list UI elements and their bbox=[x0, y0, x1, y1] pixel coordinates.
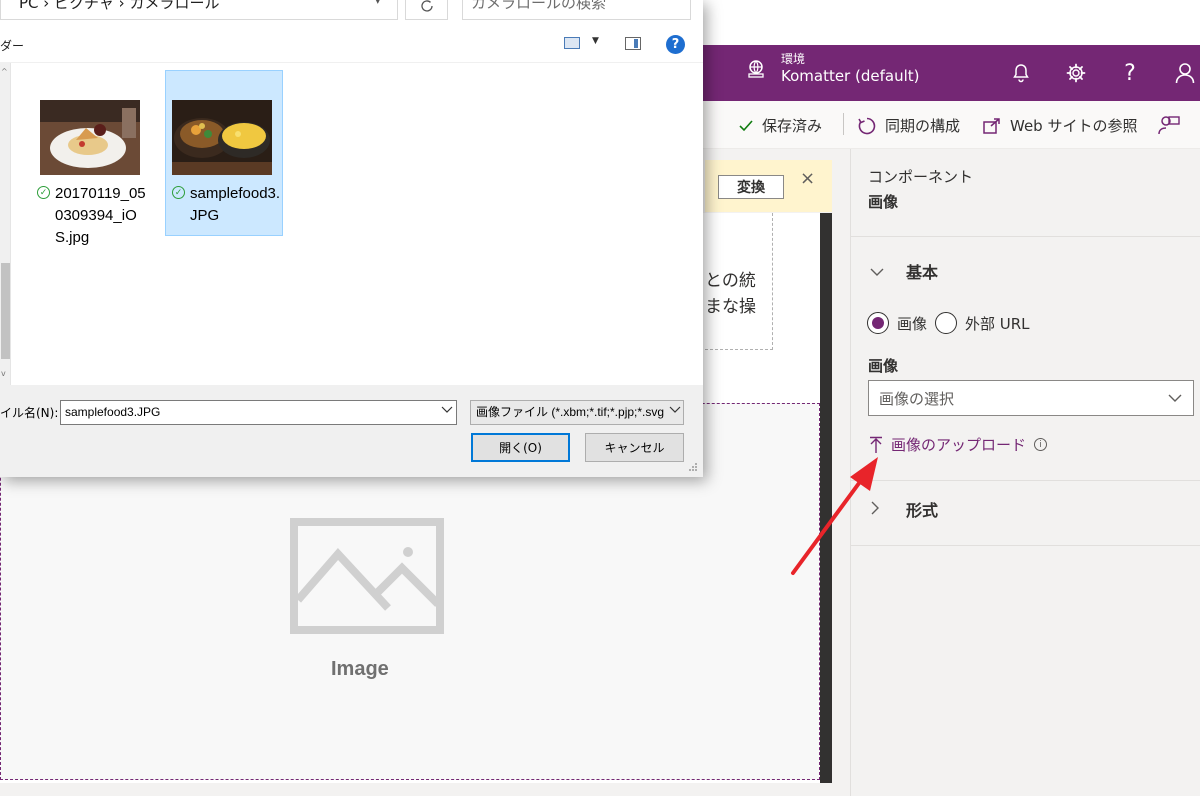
feedback-person-icon bbox=[1158, 116, 1180, 135]
section-format-label: 形式 bbox=[906, 501, 939, 520]
command-separator bbox=[843, 113, 844, 135]
annotation-arrow-icon bbox=[791, 457, 878, 575]
refresh-button[interactable] bbox=[405, 0, 448, 20]
folder-search-input[interactable]: カメラロールの検索 bbox=[462, 0, 691, 20]
globe-icon bbox=[748, 60, 764, 78]
radio-image[interactable] bbox=[867, 312, 889, 334]
section-basic-header[interactable]: 基本 bbox=[870, 259, 938, 283]
notifications-bell-icon[interactable] bbox=[1009, 61, 1033, 85]
nav-pane-scrollbar[interactable]: ^ v bbox=[0, 63, 11, 385]
new-folder-button[interactable]: ダー bbox=[0, 37, 24, 54]
feedback-button[interactable] bbox=[1158, 115, 1188, 135]
image-select-placeholder: 画像の選択 bbox=[879, 389, 955, 408]
resize-grip-icon[interactable] bbox=[688, 462, 698, 472]
user-account-icon[interactable] bbox=[1173, 61, 1197, 85]
saved-label: 保存済み bbox=[762, 117, 823, 135]
browse-website-button[interactable]: Web サイトの参照 bbox=[982, 115, 1137, 136]
text-fragment-2: まな操 bbox=[705, 297, 756, 317]
file-name-row: ✓ 20170119_050309394_iOS.jpg bbox=[37, 183, 147, 249]
chevron-down-icon bbox=[1168, 394, 1182, 402]
refresh-icon bbox=[420, 0, 433, 12]
image-placeholder-label: Image bbox=[331, 658, 389, 680]
panel-divider bbox=[850, 545, 1200, 546]
properties-panel bbox=[850, 149, 1200, 796]
upload-image-label: 画像のアップロード bbox=[891, 436, 1027, 454]
radio-external-url-label: 外部 URL bbox=[965, 314, 1030, 333]
open-external-icon bbox=[983, 117, 1000, 134]
view-options-chevron-icon[interactable]: ▼ bbox=[592, 36, 599, 46]
cancel-button[interactable]: キャンセル bbox=[585, 433, 684, 462]
dialog-address-row: PC › ピクチャ › カメラロール ▾ カメラロールの検索 bbox=[0, 0, 703, 27]
filetype-chevron-down-icon[interactable] bbox=[669, 405, 681, 415]
settings-gear-icon[interactable] bbox=[1064, 61, 1088, 85]
sync-icon bbox=[858, 117, 876, 134]
file-name: samplefood3.JPG bbox=[190, 185, 281, 224]
file-name-row: ✓ samplefood3.JPG bbox=[172, 183, 282, 227]
info-icon[interactable]: i bbox=[1034, 438, 1048, 451]
image-placeholder-icon bbox=[290, 518, 444, 634]
text-fragment-1: との統 bbox=[705, 271, 756, 291]
radio-selected-dot bbox=[872, 317, 884, 329]
radio-external-url[interactable] bbox=[935, 312, 958, 334]
scroll-thumb[interactable] bbox=[1, 263, 10, 359]
scroll-up-icon[interactable]: ^ bbox=[1, 67, 8, 76]
synced-check-icon: ✓ bbox=[37, 186, 50, 199]
props-title: 画像 bbox=[868, 193, 899, 211]
environment-name: Komatter (default) bbox=[781, 67, 920, 85]
filename-input[interactable]: samplefood3.JPG bbox=[60, 400, 457, 425]
address-bar[interactable]: PC › ピクチャ › カメラロール bbox=[0, 0, 398, 20]
preview-pane-icon[interactable] bbox=[625, 37, 641, 50]
sync-config-label: 同期の構成 bbox=[885, 117, 961, 135]
file-thumbnail-dessert bbox=[40, 100, 140, 175]
file-open-dialog: PC › ピクチャ › カメラロール ▾ カメラロールの検索 ダー ▼ ? ^ … bbox=[0, 0, 703, 477]
radio-image-label: 画像 bbox=[897, 314, 928, 333]
checkmark-icon bbox=[739, 119, 753, 131]
filetype-select[interactable]: 画像ファイル (*.xbm;*.tif;*.pjp;*.svg bbox=[470, 400, 684, 425]
saved-status: 保存済み bbox=[738, 115, 822, 136]
open-button[interactable]: 開く(O) bbox=[471, 433, 570, 462]
help-question-icon[interactable]: ? bbox=[1118, 61, 1142, 86]
panel-divider bbox=[850, 480, 1200, 481]
file-thumbnail-curry bbox=[172, 100, 272, 175]
view-options-icon[interactable] bbox=[564, 37, 580, 49]
upload-image-link[interactable]: 画像のアップロード i bbox=[869, 434, 1048, 455]
banner-close-icon[interactable]: × bbox=[800, 168, 815, 189]
convert-button[interactable]: 変換 bbox=[718, 175, 784, 199]
filename-chevron-down-icon[interactable] bbox=[441, 405, 453, 415]
image-field-label: 画像 bbox=[868, 357, 899, 375]
file-name: 20170119_050309394_iOS.jpg bbox=[55, 185, 146, 246]
image-source-radio-group: 画像 外部 URL bbox=[867, 312, 1030, 334]
image-select-dropdown[interactable]: 画像の選択 bbox=[868, 380, 1194, 416]
chevron-down-icon bbox=[870, 262, 886, 281]
section-basic-label: 基本 bbox=[906, 263, 939, 282]
address-history-chevron-icon[interactable]: ▾ bbox=[375, 0, 381, 7]
sync-config-button[interactable]: 同期の構成 bbox=[857, 115, 960, 136]
browse-website-label: Web サイトの参照 bbox=[1010, 117, 1138, 135]
panel-divider bbox=[850, 236, 1200, 237]
props-kind: コンポーネント bbox=[868, 168, 974, 186]
dialog-help-icon[interactable]: ? bbox=[666, 35, 685, 54]
environment-switcher[interactable]: 環境 Komatter (default) bbox=[745, 52, 919, 86]
dialog-footer bbox=[0, 385, 703, 477]
environment-label: 環境 bbox=[781, 52, 806, 66]
scroll-down-icon[interactable]: v bbox=[1, 369, 6, 378]
filename-label: イル名(N): bbox=[0, 406, 59, 420]
synced-check-icon: ✓ bbox=[172, 186, 185, 199]
